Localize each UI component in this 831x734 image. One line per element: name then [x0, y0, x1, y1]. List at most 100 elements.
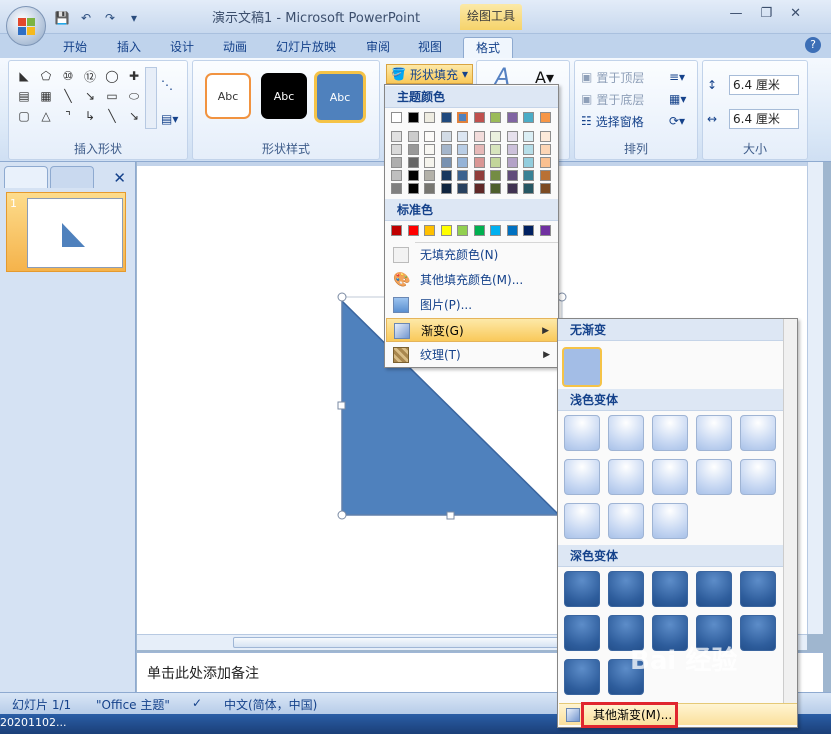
tab-design[interactable]: 设计: [170, 37, 194, 58]
light-gradient-tile[interactable]: [564, 459, 600, 495]
dark-gradient-tile[interactable]: [608, 571, 644, 607]
circle-shape-icon[interactable]: ◯: [102, 67, 122, 85]
height-input[interactable]: 6.4 厘米: [729, 75, 799, 95]
theme-color-shade-swatch[interactable]: [440, 170, 452, 181]
standard-color-swatch[interactable]: [506, 225, 518, 236]
standard-color-swatch[interactable]: [490, 225, 501, 236]
theme-color-shade-swatch[interactable]: [539, 144, 551, 155]
bring-to-front-button[interactable]: ▣ 置于顶层: [581, 67, 644, 87]
dodecagon-shape-icon[interactable]: ⑫: [80, 67, 100, 85]
slide-thumbnail[interactable]: [27, 198, 123, 268]
light-gradient-tile[interactable]: [608, 415, 644, 451]
edit-shape-icon[interactable]: ⋱: [161, 75, 173, 95]
light-gradient-tile[interactable]: [696, 459, 732, 495]
standard-color-swatch[interactable]: [523, 225, 534, 236]
theme-color-shade-swatch[interactable]: [473, 170, 485, 181]
theme-color-shade-swatch[interactable]: [407, 183, 419, 194]
light-gradient-tile[interactable]: [740, 459, 776, 495]
dark-gradient-tile[interactable]: [696, 571, 732, 607]
dark-gradient-tile[interactable]: [652, 571, 688, 607]
theme-color-shade-swatch[interactable]: [473, 131, 485, 142]
slides-tab-icon[interactable]: [4, 166, 48, 188]
more-gradients-item[interactable]: 其他渐变(M)...: [559, 702, 797, 728]
tab-insert[interactable]: 插入: [117, 37, 141, 58]
theme-color-shade-swatch[interactable]: [490, 157, 501, 168]
resize-handle[interactable]: [557, 292, 567, 302]
theme-color-swatch[interactable]: [424, 112, 435, 123]
theme-color-shade-swatch[interactable]: [457, 183, 468, 194]
theme-color-shade-swatch[interactable]: [506, 170, 518, 181]
panel-close-icon[interactable]: ✕: [113, 169, 126, 187]
standard-color-swatch[interactable]: [539, 225, 551, 236]
theme-color-shade-swatch[interactable]: [506, 144, 518, 155]
theme-color-shade-swatch[interactable]: [424, 131, 435, 142]
line-shape-icon[interactable]: ╲: [58, 87, 78, 105]
slide-thumbnail-selected[interactable]: 1: [6, 192, 126, 272]
cross-shape-icon[interactable]: ✚: [124, 67, 144, 85]
tab-view[interactable]: 视图: [418, 37, 442, 58]
group-icon[interactable]: ▦▾: [669, 89, 686, 109]
theme-color-swatch[interactable]: [457, 112, 468, 123]
light-gradient-tile[interactable]: [696, 415, 732, 451]
theme-color-swatch[interactable]: [490, 112, 501, 123]
light-gradient-tile[interactable]: [564, 503, 600, 539]
theme-color-shade-swatch[interactable]: [506, 157, 518, 168]
theme-color-shade-swatch[interactable]: [539, 170, 551, 181]
resize-handle[interactable]: [337, 510, 347, 520]
theme-color-shade-swatch[interactable]: [424, 170, 435, 181]
triangle-shape-icon[interactable]: ◣: [14, 67, 34, 85]
tab-slideshow[interactable]: 幻灯片放映: [276, 37, 336, 58]
elbow-arrow-icon[interactable]: ↳: [80, 107, 100, 125]
theme-color-swatch[interactable]: [539, 112, 551, 123]
selection-pane-button[interactable]: ☷ 选择窗格: [581, 111, 644, 131]
theme-color-shade-swatch[interactable]: [407, 170, 419, 181]
theme-color-shade-swatch[interactable]: [539, 157, 551, 168]
help-icon[interactable]: ?: [805, 37, 821, 53]
tab-animation[interactable]: 动画: [223, 37, 247, 58]
theme-color-shade-swatch[interactable]: [407, 131, 419, 142]
theme-color-shade-swatch[interactable]: [523, 183, 534, 194]
picture-item[interactable]: 图片(P)...: [386, 293, 558, 317]
light-gradient-tile[interactable]: [652, 459, 688, 495]
dark-gradient-tile[interactable]: [564, 615, 600, 651]
save-icon[interactable]: 💾: [52, 9, 72, 27]
theme-color-shade-swatch[interactable]: [457, 157, 468, 168]
theme-color-shade-swatch[interactable]: [473, 157, 485, 168]
theme-color-shade-swatch[interactable]: [490, 183, 501, 194]
light-gradient-tile[interactable]: [740, 415, 776, 451]
more-fill-colors-item[interactable]: 🎨 其他填充颜色(M)...: [386, 268, 558, 292]
resize-handle[interactable]: [337, 292, 347, 302]
theme-color-shade-swatch[interactable]: [457, 131, 468, 142]
standard-color-swatch[interactable]: [473, 225, 485, 236]
theme-color-shade-swatch[interactable]: [523, 131, 534, 142]
rotate-icon[interactable]: ⟳▾: [669, 111, 685, 131]
theme-color-shade-swatch[interactable]: [473, 144, 485, 155]
minimize-icon[interactable]: —: [729, 6, 742, 21]
undo-icon[interactable]: ↶: [76, 9, 96, 27]
theme-color-swatch[interactable]: [407, 112, 419, 123]
tab-review[interactable]: 审阅: [366, 37, 390, 58]
spellcheck-icon[interactable]: ✓: [192, 696, 202, 710]
resize-handle[interactable]: [446, 511, 455, 520]
rounded-rect-icon[interactable]: ▢: [14, 107, 34, 125]
dark-gradient-tile[interactable]: [564, 659, 600, 695]
theme-color-shade-swatch[interactable]: [457, 144, 468, 155]
style-sample-blue-selected[interactable]: Abc: [314, 71, 366, 123]
vertical-textbox-icon[interactable]: ▦: [36, 87, 56, 105]
theme-color-swatch[interactable]: [506, 112, 518, 123]
theme-color-shade-swatch[interactable]: [523, 157, 534, 168]
theme-color-shade-swatch[interactable]: [457, 170, 468, 181]
send-to-back-button[interactable]: ▣ 置于底层: [581, 89, 644, 109]
standard-color-swatch[interactable]: [391, 225, 402, 236]
tab-format[interactable]: 格式: [463, 37, 514, 58]
theme-color-shade-swatch[interactable]: [407, 144, 419, 155]
standard-color-swatch[interactable]: [407, 225, 419, 236]
redo-icon[interactable]: ↷: [100, 9, 120, 27]
textbox-dropdown-icon[interactable]: ▤▾: [161, 109, 178, 129]
dark-gradient-tile[interactable]: [740, 615, 776, 651]
no-gradient-option[interactable]: [562, 347, 602, 387]
light-gradient-tile[interactable]: [652, 415, 688, 451]
theme-color-shade-swatch[interactable]: [490, 131, 501, 142]
style-sample-black[interactable]: Abc: [261, 73, 307, 119]
pentagon-shape-icon[interactable]: ⬠: [36, 67, 56, 85]
